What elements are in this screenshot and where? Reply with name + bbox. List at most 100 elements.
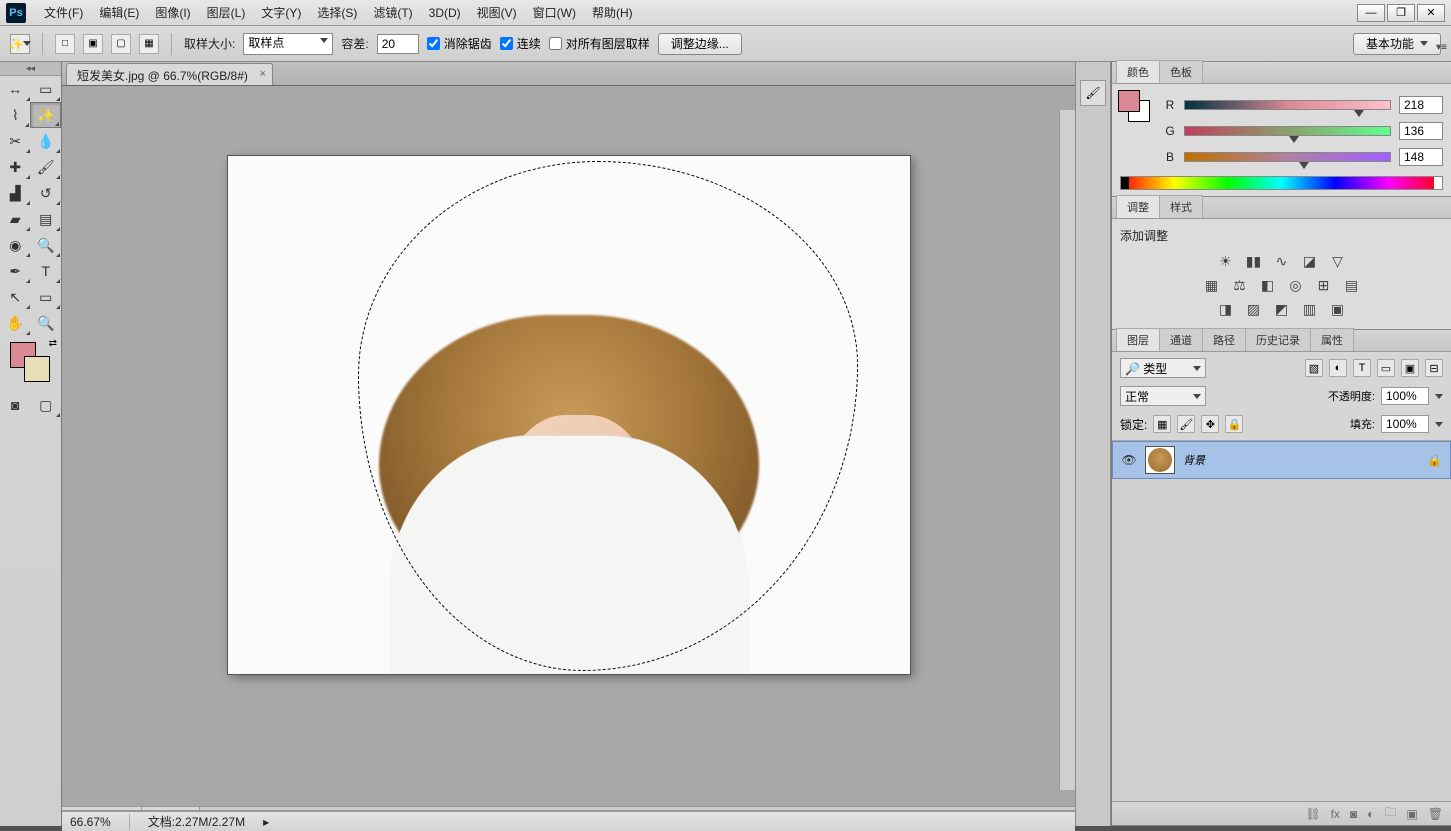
gradient-tool[interactable]: ▤ [31,206,62,232]
menu-select[interactable]: 选择(S) [309,0,365,25]
tab-styles[interactable]: 样式 [1159,195,1203,218]
window-close[interactable]: ✕ [1417,4,1445,22]
selection-new-icon[interactable]: □ [55,34,75,54]
fx-icon[interactable]: fx [1331,807,1340,821]
all-layers-checkbox[interactable]: 对所有图层取样 [549,35,650,52]
path-select-tool[interactable]: ↖ [0,284,31,310]
history-brush-tool[interactable]: ↺ [31,180,62,206]
b-slider[interactable] [1184,152,1391,162]
close-tab-icon[interactable]: × [259,68,265,80]
brightness-icon[interactable]: ☀ [1217,252,1235,270]
color-spectrum[interactable] [1120,176,1443,190]
vertical-scrollbar[interactable] [1059,110,1075,790]
filter-pixel-icon[interactable]: ▧ [1305,359,1323,377]
tools-collapse-handle[interactable]: ◂◂ [0,62,61,76]
tab-properties[interactable]: 属性 [1310,328,1354,351]
balance-icon[interactable]: ⚖ [1231,276,1249,294]
exposure-icon[interactable]: ◪ [1301,252,1319,270]
tool-preset-picker[interactable]: ✨ [10,34,30,54]
lasso-tool[interactable]: ⌇ [0,102,30,128]
menu-type[interactable]: 文字(Y) [253,0,309,25]
tab-layers[interactable]: 图层 [1116,328,1160,351]
dodge-tool[interactable]: 🔍 [31,232,62,258]
eraser-tool[interactable]: ▰ [0,206,31,232]
tab-swatches[interactable]: 色板 [1159,60,1203,83]
selection-add-icon[interactable]: ▣ [83,34,103,54]
menu-filter[interactable]: 滤镜(T) [365,0,420,25]
threshold-icon[interactable]: ◩ [1273,300,1291,318]
opacity-input[interactable]: 100% [1381,387,1429,405]
lock-transparent-icon[interactable]: ▦ [1153,415,1171,433]
layer-name[interactable]: 背景 [1183,452,1205,468]
invert-icon[interactable]: ◨ [1217,300,1235,318]
antialias-checkbox[interactable]: 消除锯齿 [427,35,492,52]
filter-type-icon[interactable]: T [1353,359,1371,377]
r-input[interactable] [1399,96,1443,114]
layer-thumbnail[interactable] [1145,446,1175,474]
workspace-switcher[interactable]: 基本功能 [1353,33,1441,55]
gradient-map-icon[interactable]: ▥ [1301,300,1319,318]
artboard-tool[interactable]: ▭ [31,76,62,102]
tab-channels[interactable]: 通道 [1159,328,1203,351]
delete-layer-icon[interactable]: 🗑 [1428,807,1443,821]
r-slider[interactable] [1184,100,1391,110]
doc-info[interactable]: 文档:2.27M/2.27M [148,813,245,830]
hue-icon[interactable]: ▦ [1203,276,1221,294]
b-input[interactable] [1399,148,1443,166]
menu-help[interactable]: 帮助(H) [584,0,641,25]
layer-row[interactable]: 👁 背景 🔒 [1112,441,1451,479]
selection-intersect-icon[interactable]: ▦ [139,34,159,54]
window-maximize[interactable]: ❐ [1387,4,1415,22]
menu-3d[interactable]: 3D(D) [421,2,469,24]
channel-mixer-icon[interactable]: ⊞ [1315,276,1333,294]
filter-toggle-icon[interactable]: ⊟ [1425,359,1443,377]
type-tool[interactable]: T [31,258,62,284]
shape-tool[interactable]: ▭ [31,284,62,310]
blend-mode-select[interactable]: 正常 [1120,386,1206,406]
magic-wand-tool[interactable]: ✨ [30,102,61,128]
tolerance-input[interactable] [377,34,419,54]
link-layers-icon[interactable]: ⛓ [1305,807,1320,821]
curves-icon[interactable]: ∿ [1273,252,1291,270]
swap-colors-icon[interactable]: ⇄ [49,338,57,349]
bw-icon[interactable]: ◧ [1259,276,1277,294]
posterize-icon[interactable]: ▨ [1245,300,1263,318]
document-tab[interactable]: 短发美女.jpg @ 66.7%(RGB/8#) × [66,63,273,85]
screenmode-tool[interactable]: ▢ [31,392,62,418]
selection-subtract-icon[interactable]: ▢ [111,34,131,54]
menu-image[interactable]: 图像(I) [147,0,198,25]
layer-filter-kind[interactable]: 🔎 类型 [1120,358,1206,378]
refine-edge-button[interactable]: 调整边缘... [658,33,742,55]
lock-position-icon[interactable]: ✥ [1201,415,1219,433]
tab-paths[interactable]: 路径 [1202,328,1246,351]
tab-history[interactable]: 历史记录 [1245,328,1311,351]
background-color[interactable] [24,356,50,382]
menu-layer[interactable]: 图层(L) [199,0,254,25]
canvas-viewport[interactable] [62,86,1075,806]
lookup-icon[interactable]: ▤ [1343,276,1361,294]
tab-color[interactable]: 颜色 [1116,60,1160,83]
blur-tool[interactable]: ◉ [0,232,31,258]
rail-brush-icon[interactable]: 🖌 [1080,80,1106,106]
visibility-eye-icon[interactable]: 👁 [1121,452,1137,468]
healing-tool[interactable]: ✚ [0,154,31,180]
tab-adjustments[interactable]: 调整 [1116,195,1160,218]
g-input[interactable] [1399,122,1443,140]
lock-all-icon[interactable]: 🔒 [1225,415,1243,433]
window-minimize[interactable]: — [1357,4,1385,22]
move-tool[interactable]: ↔ [0,76,31,102]
menu-file[interactable]: 文件(F) [36,0,91,25]
mask-icon[interactable]: ◙ [1350,807,1357,821]
menu-view[interactable]: 视图(V) [469,0,525,25]
canvas[interactable] [228,156,910,674]
filter-smart-icon[interactable]: ▣ [1401,359,1419,377]
stamp-tool[interactable]: ▟ [0,180,31,206]
fill-input[interactable]: 100% [1381,415,1429,433]
photo-filter-icon[interactable]: ◎ [1287,276,1305,294]
new-layer-icon[interactable]: ▣ [1406,807,1417,821]
pen-tool[interactable]: ✒ [0,258,31,284]
menu-window[interactable]: 窗口(W) [525,0,584,25]
lock-paint-icon[interactable]: 🖌 [1177,415,1195,433]
filter-shape-icon[interactable]: ▭ [1377,359,1395,377]
selective-color-icon[interactable]: ▣ [1329,300,1347,318]
